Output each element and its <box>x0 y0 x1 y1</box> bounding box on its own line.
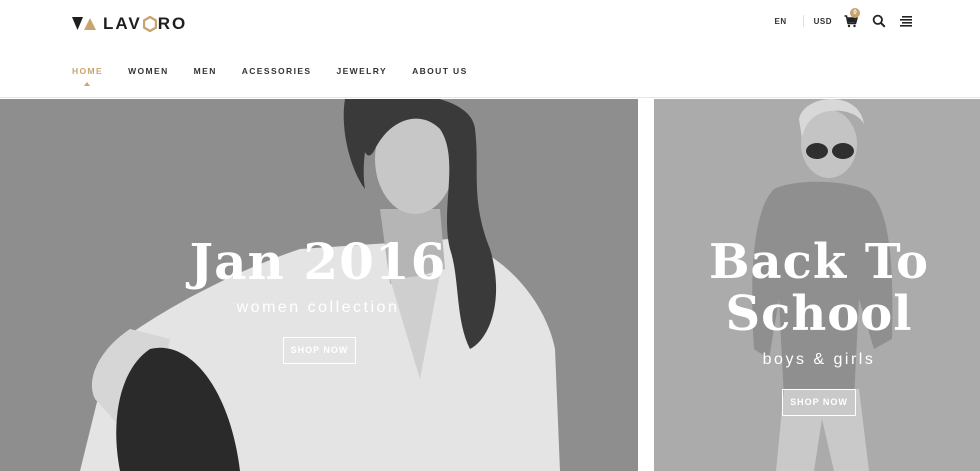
nav-item-home[interactable]: HOME <box>72 66 104 86</box>
search-icon <box>872 14 886 28</box>
active-indicator-icon <box>84 82 90 86</box>
currency-selector[interactable]: USD <box>814 17 832 26</box>
banner-title-line1: Back To <box>708 234 930 290</box>
banner-women-collection[interactable]: Jan 2016 women collection SHOP NOW <box>0 99 638 471</box>
banner-title: Jan 2016 <box>189 232 447 291</box>
banner-back-to-school[interactable]: Back To School boys & girls SHOP NOW <box>654 99 980 471</box>
logo-hexagon-icon <box>142 15 157 33</box>
nav-item-jewelry[interactable]: JEWELRY <box>336 66 387 76</box>
nav-item-label: HOME <box>72 66 104 76</box>
search-button[interactable] <box>872 14 886 28</box>
banner-title: Back To School <box>654 236 980 340</box>
nav-item-about-us[interactable]: ABOUT US <box>412 66 468 76</box>
shop-now-button[interactable]: SHOP NOW <box>283 337 356 364</box>
site-header: LAV RO EN USD 0 HOME WOMEN MEN ACESSORIE… <box>0 0 980 98</box>
cart-button[interactable]: 0 <box>844 8 860 28</box>
nav-item-men[interactable]: MEN <box>194 66 217 76</box>
header-utilities: EN USD 0 <box>774 8 914 30</box>
logo-text-part1: LAV <box>103 14 142 33</box>
menu-icon <box>900 16 912 27</box>
logo[interactable]: LAV RO <box>72 14 187 34</box>
banner-title-line2: School <box>725 286 913 342</box>
logo-text: LAV RO <box>103 14 187 34</box>
shop-now-button[interactable]: SHOP NOW <box>782 389 856 416</box>
nav-item-accessories[interactable]: ACESSORIES <box>242 66 312 76</box>
menu-button[interactable] <box>900 14 914 28</box>
logo-mark-icon <box>72 17 96 31</box>
banner-subtitle: boys & girls <box>762 351 876 368</box>
banner-divider <box>638 99 654 471</box>
nav-item-women[interactable]: WOMEN <box>128 66 169 76</box>
main-navigation: HOME WOMEN MEN ACESSORIES JEWELRY ABOUT … <box>72 66 493 86</box>
language-selector[interactable]: EN <box>774 17 786 26</box>
divider <box>802 15 804 27</box>
logo-text-part2: RO <box>157 14 188 33</box>
cart-count-badge: 0 <box>850 8 860 18</box>
banner-subtitle: women collection <box>236 299 400 316</box>
